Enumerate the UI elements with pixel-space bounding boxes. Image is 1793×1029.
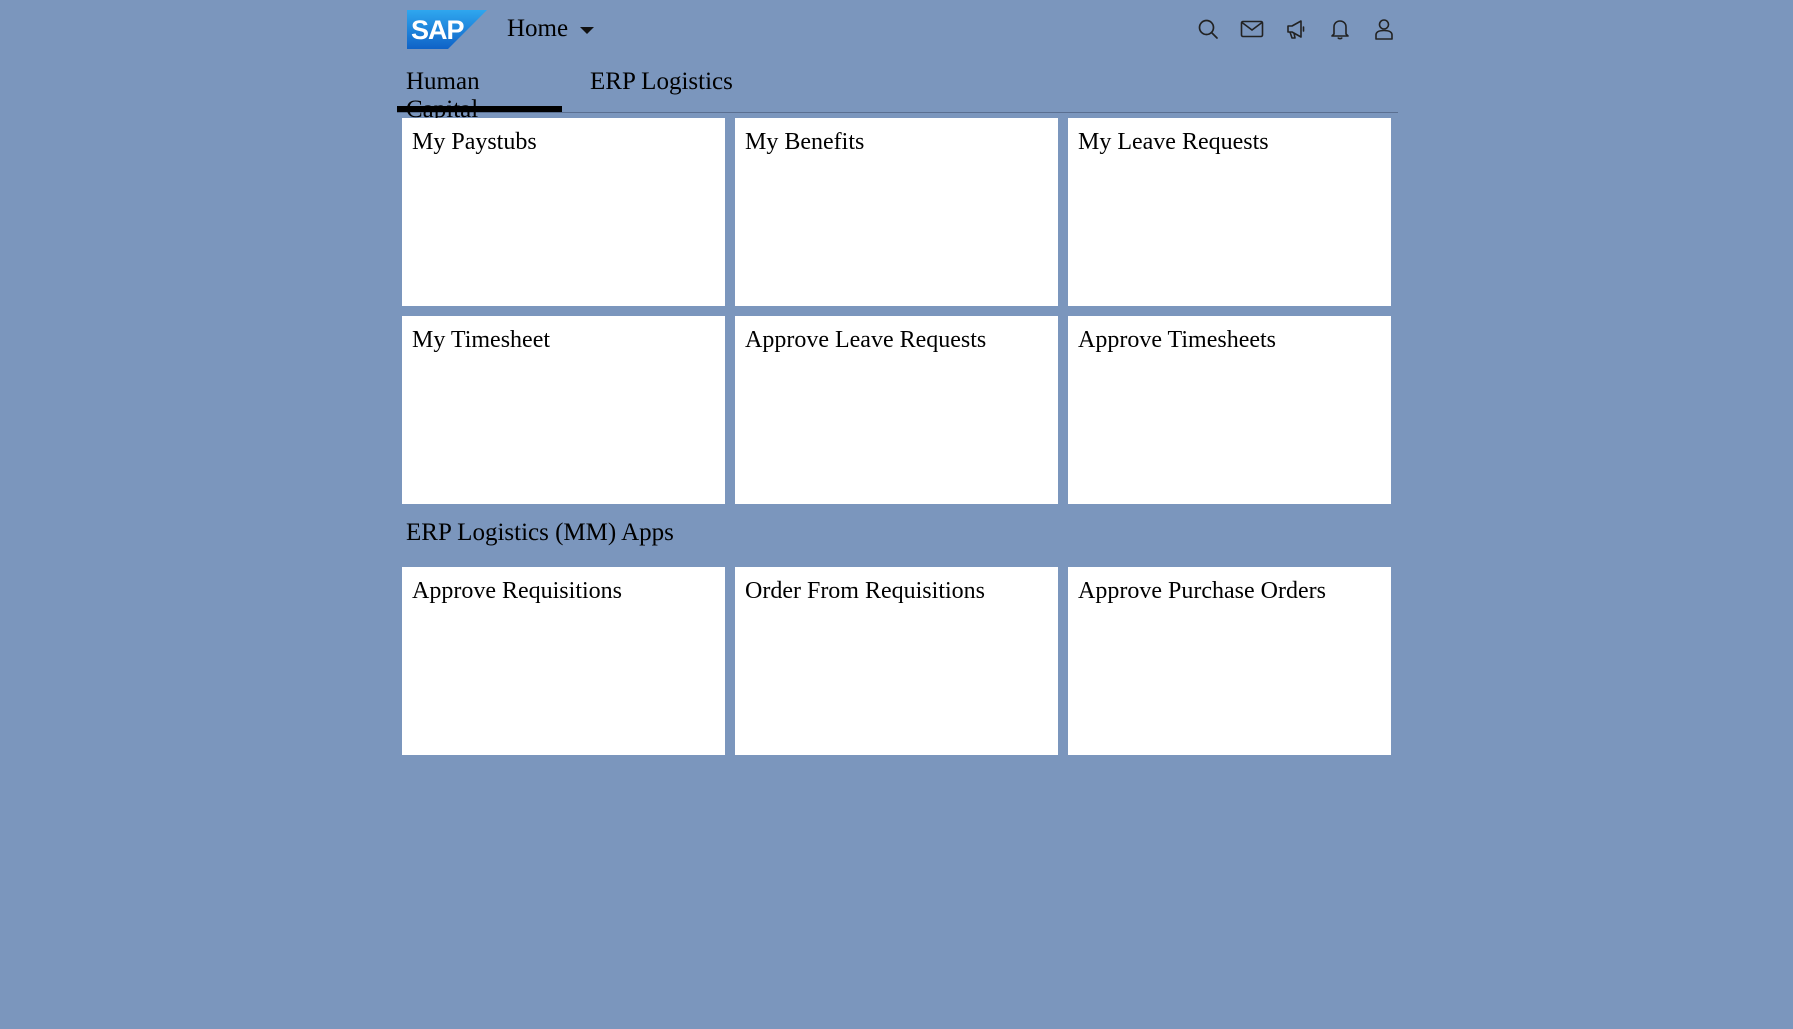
tile-approve-requisitions[interactable]: Approve Requisitions xyxy=(402,567,725,755)
user-profile-button[interactable] xyxy=(1370,14,1398,44)
tile-approve-purchase-orders[interactable]: Approve Purchase Orders xyxy=(1068,567,1391,755)
announcements-button[interactable] xyxy=(1282,14,1310,44)
user-icon xyxy=(1375,19,1393,40)
tile-my-leave-requests[interactable]: My Leave Requests xyxy=(1068,118,1391,306)
search-button[interactable] xyxy=(1194,14,1222,44)
home-menu-button[interactable]: Home xyxy=(507,13,595,45)
tab-erp-logistics[interactable]: ERP Logistics xyxy=(581,60,742,112)
header-actions xyxy=(1194,14,1398,44)
megaphone-icon xyxy=(1287,20,1305,39)
shell-header: SAP Home xyxy=(397,0,1398,60)
tile-order-from-requisitions[interactable]: Order From Requisitions xyxy=(735,567,1058,755)
tile-title: Order From Requisitions xyxy=(745,578,985,604)
tile-my-timesheet[interactable]: My Timesheet xyxy=(402,316,725,504)
bell-icon xyxy=(1331,20,1349,40)
tile-approve-leave-requests[interactable]: Approve Leave Requests xyxy=(735,316,1058,504)
tile-title: My Timesheet xyxy=(412,327,551,353)
mail-icon xyxy=(1240,20,1264,38)
mail-button[interactable] xyxy=(1238,14,1266,44)
tab-human-capital[interactable]: Human Capital xyxy=(397,60,562,123)
sap-logo[interactable]: SAP xyxy=(407,10,487,49)
erp-logistics-section-title: ERP Logistics (MM) Apps xyxy=(406,519,674,546)
chevron-down-icon xyxy=(580,27,595,34)
group-tab-bar: Human Capital ERP Logistics xyxy=(397,60,1398,123)
sap-logo-graphic: SAP xyxy=(407,10,487,49)
tile-title: Approve Timesheets xyxy=(1078,327,1276,353)
tile-my-benefits[interactable]: My Benefits xyxy=(735,118,1058,306)
tile-title: My Benefits xyxy=(745,129,865,155)
tile-title: My Paystubs xyxy=(412,129,537,155)
tile-title: My Leave Requests xyxy=(1078,129,1269,155)
fiori-launchpad: SAP Home Human Capital ERP Logistics My … xyxy=(397,0,1398,755)
tile-title: Approve Requisitions xyxy=(412,578,622,604)
search-icon xyxy=(1198,19,1218,39)
home-label: Home xyxy=(507,15,569,42)
tile-approve-timesheets[interactable]: Approve Timesheets xyxy=(1068,316,1391,504)
tab-label: ERP Logistics xyxy=(590,68,733,95)
erp-logistics-tile-grid: Approve Requisitions Order From Requisit… xyxy=(402,567,1398,755)
tile-title: Approve Purchase Orders xyxy=(1078,578,1326,604)
human-capital-tile-grid: My Paystubs My Benefits My Leave Request… xyxy=(402,118,1398,504)
tab-label: Human Capital xyxy=(406,68,480,123)
sap-logo-text: SAP xyxy=(411,15,465,45)
notifications-button[interactable] xyxy=(1326,14,1354,44)
tile-my-paystubs[interactable]: My Paystubs xyxy=(402,118,725,306)
tile-title: Approve Leave Requests xyxy=(745,327,987,353)
